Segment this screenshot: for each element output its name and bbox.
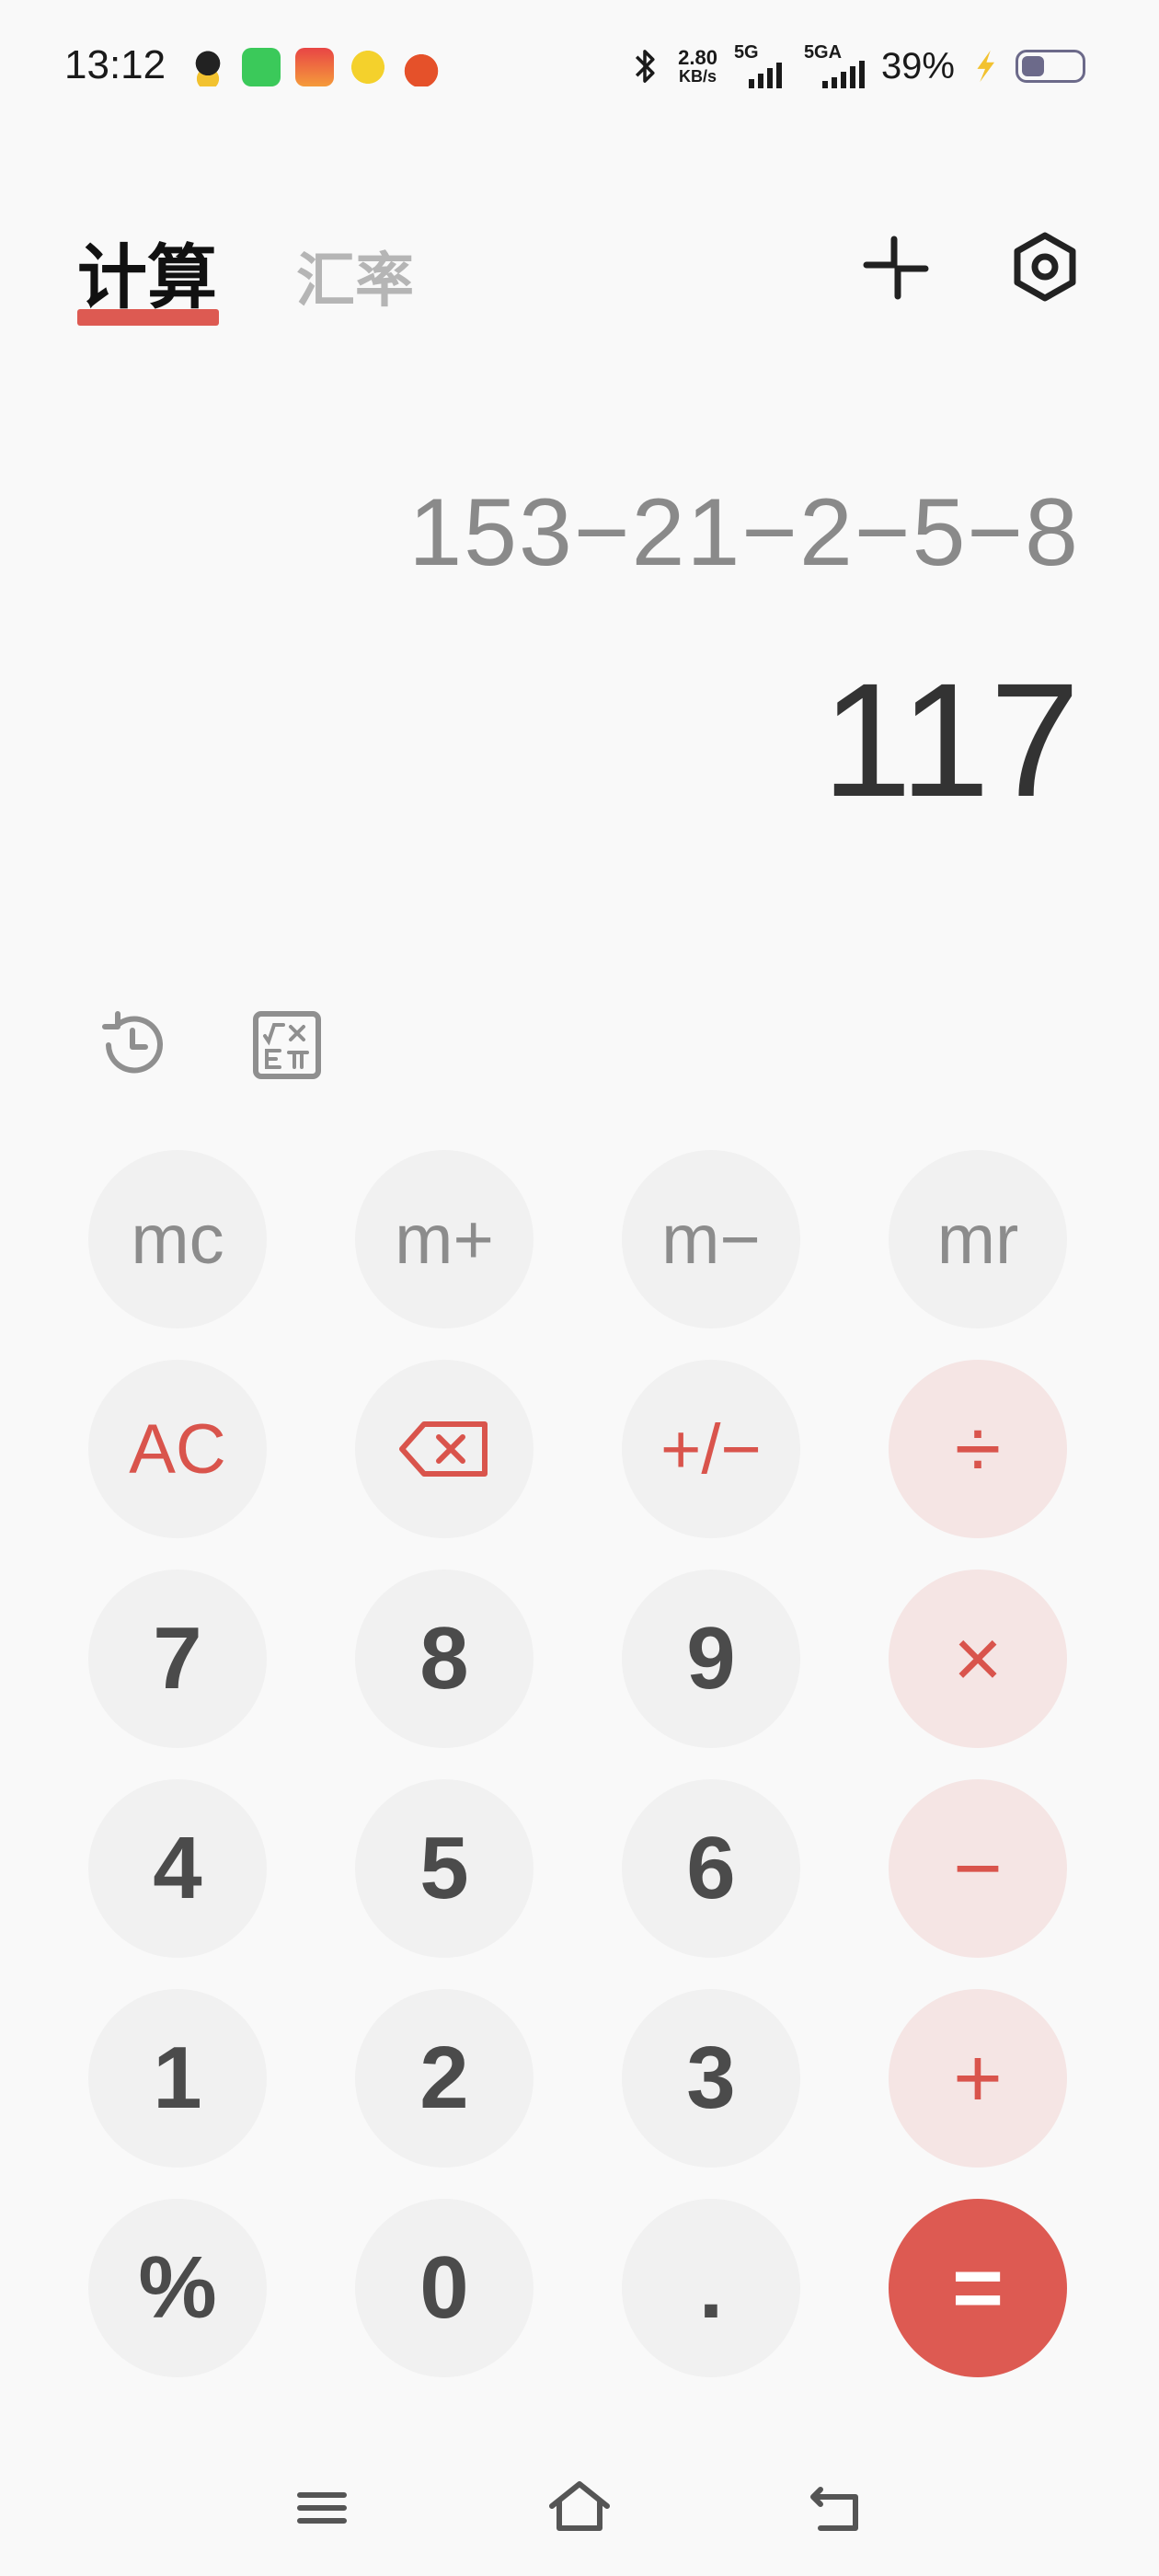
home-icon — [549, 2481, 610, 2531]
result-display: 117 — [821, 650, 1080, 831]
key-label: − — [953, 1821, 1003, 1915]
settings-icon — [1014, 232, 1076, 302]
active-tab-indicator — [77, 309, 219, 326]
digit-8-button[interactable]: 8 — [355, 1570, 534, 1748]
key-label: 5 — [419, 1819, 469, 1917]
calculator-screen: 13:12 2.80 KB/s 5G 5GA 39% 计算 汇率 153−21−… — [0, 0, 1159, 2576]
key-label: + — [953, 2030, 1003, 2125]
equals-button[interactable]: = — [889, 2199, 1067, 2377]
digit-2-button[interactable]: 2 — [355, 1989, 534, 2168]
key-label: AC — [129, 1409, 226, 1489]
key-label: 6 — [686, 1819, 736, 1917]
digit-9-button[interactable]: 9 — [622, 1570, 800, 1748]
charging-icon — [977, 50, 994, 83]
decimal-button[interactable]: . — [622, 2199, 800, 2377]
nav-menu-button[interactable] — [285, 2475, 359, 2539]
key-label: 8 — [419, 1609, 469, 1708]
signal-bars-icon — [821, 61, 865, 88]
nav-home-button[interactable] — [543, 2475, 616, 2539]
key-label: × — [953, 1611, 1003, 1706]
scientific-icon — [253, 1011, 321, 1079]
key-label: m+ — [395, 1200, 494, 1279]
key-label: ÷ — [954, 1401, 1002, 1496]
menu-icon — [297, 2492, 347, 2524]
key-label: mr — [936, 1200, 1019, 1279]
mc-button[interactable]: mc — [88, 1150, 267, 1328]
sim2-signal: 5GA — [804, 42, 865, 90]
m-plus-button[interactable]: m+ — [355, 1150, 534, 1328]
scientific-mode-button[interactable] — [248, 1006, 326, 1084]
status-bar: 13:12 2.80 KB/s 5G 5GA 39% — [0, 0, 1159, 138]
key-label: 3 — [686, 2029, 736, 2127]
percent-button[interactable]: % — [88, 2199, 267, 2377]
status-right: 2.80 KB/s 5G 5GA 39% — [628, 42, 1085, 90]
yellow-app-icon — [349, 48, 387, 86]
key-label: = — [951, 2238, 1004, 2337]
backspace-button[interactable] — [355, 1360, 534, 1538]
expression-display: 153−21−2−5−8 — [408, 479, 1080, 586]
add-button[interactable]: + — [889, 1989, 1067, 2168]
digit-6-button[interactable]: 6 — [622, 1779, 800, 1958]
key-label: 1 — [153, 2029, 202, 2127]
multiply-button[interactable]: × — [889, 1570, 1067, 1748]
key-label: 7 — [153, 1609, 202, 1708]
back-icon — [810, 2487, 858, 2531]
red-app-icon — [402, 48, 441, 86]
battery-icon — [1016, 50, 1085, 83]
key-label: 2 — [419, 2029, 469, 2127]
backspace-icon — [399, 1421, 488, 1477]
wechat-icon — [242, 48, 281, 86]
digit-3-button[interactable]: 3 — [622, 1989, 800, 2168]
network-speed: 2.80 KB/s — [678, 46, 717, 86]
key-label: +/− — [660, 1409, 762, 1489]
network-speed-unit: KB/s — [679, 67, 717, 86]
sign-toggle-button[interactable]: +/− — [622, 1360, 800, 1538]
digit-1-button[interactable]: 1 — [88, 1989, 267, 2168]
tab-calculator[interactable]: 计算 — [77, 221, 217, 322]
digit-7-button[interactable]: 7 — [88, 1570, 267, 1748]
key-label: m− — [661, 1200, 761, 1279]
key-label: mc — [131, 1200, 224, 1279]
subtract-button[interactable]: − — [889, 1779, 1067, 1958]
tab-exchange-rate[interactable]: 汇率 — [296, 234, 414, 318]
sim1-label: 5G — [733, 42, 759, 63]
bluetooth-icon — [636, 50, 655, 83]
key-label: 9 — [686, 1609, 736, 1708]
network-speed-value: 2.80 — [678, 46, 717, 69]
key-label: . — [698, 2238, 724, 2337]
notification-icons — [189, 48, 441, 86]
collapse-icon — [863, 236, 929, 300]
digit-5-button[interactable]: 5 — [355, 1779, 534, 1958]
digit-0-button[interactable]: 0 — [355, 2199, 534, 2377]
status-time: 13:12 — [64, 42, 166, 87]
game-app-icon — [295, 48, 334, 86]
digit-4-button[interactable]: 4 — [88, 1779, 267, 1958]
mr-button[interactable]: mr — [889, 1150, 1067, 1328]
history-icon — [102, 1011, 163, 1074]
m-minus-button[interactable]: m− — [622, 1150, 800, 1328]
history-button[interactable] — [94, 1006, 171, 1084]
sim1-signal: 5G — [734, 42, 787, 90]
settings-button[interactable] — [1008, 230, 1082, 304]
divide-button[interactable]: ÷ — [889, 1360, 1067, 1538]
key-label: % — [138, 2238, 217, 2337]
key-label: 0 — [419, 2238, 469, 2337]
battery-fill — [1022, 56, 1044, 76]
nav-back-button[interactable] — [800, 2475, 874, 2539]
clear-button[interactable]: AC — [88, 1360, 267, 1538]
qq-icon — [189, 48, 227, 86]
collapse-button[interactable] — [861, 232, 931, 302]
key-label: 4 — [153, 1819, 202, 1917]
signal-bars-icon — [748, 63, 782, 88]
battery-percent: 39% — [880, 45, 955, 86]
